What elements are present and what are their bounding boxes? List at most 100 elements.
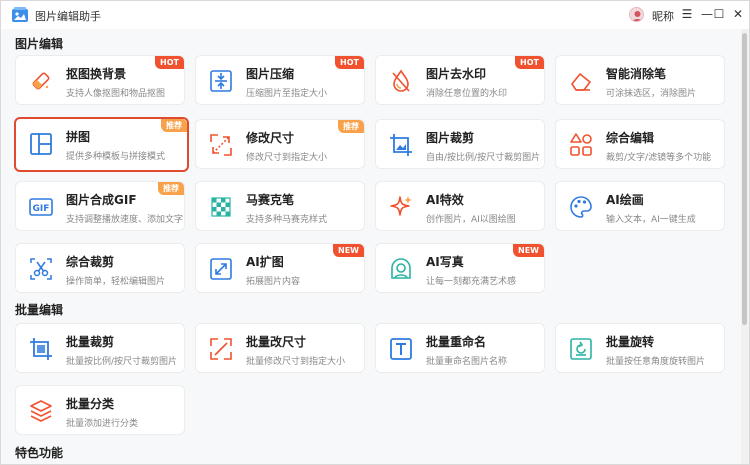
tool-name: 拼图 (66, 130, 91, 144)
tool-desc: 自由/按比例/按尺寸裁剪图片 (426, 153, 541, 163)
tool-name: 批量分类 (66, 397, 115, 411)
tool-card-mosaic[interactable]: 马赛克笔 支持多种马赛克样式 (195, 181, 365, 231)
tool-desc: 批量按比例/按尺寸裁剪图片 (66, 357, 178, 367)
tool-desc: 创作图片，AI以图绘图 (426, 215, 516, 225)
maximize-icon: ☐ (713, 7, 725, 21)
tool-name: 综合裁剪 (66, 255, 115, 269)
scrollbar-thumb[interactable] (742, 33, 747, 325)
tool-name: 图片去水印 (426, 67, 487, 81)
hot-badge: HOT (515, 56, 544, 69)
tool-name: AI绘画 (606, 193, 644, 207)
tool-card-remove-bg[interactable]: 抠图换背景 支持人像抠图和物品抠图 HOT (15, 55, 185, 105)
tool-card-ai-portrait[interactable]: AI写真 让每一刻都充满艺术感 NEW (375, 243, 545, 293)
tool-name: AI特效 (426, 193, 464, 207)
hot-badge: HOT (155, 56, 184, 69)
menu-icon: ☰ (681, 7, 693, 21)
app-window: 图片编辑助手 昵称 ☰ — ☐ ✕ 图片编辑 抠图换背景 支持人像抠图和物品抠图… (0, 0, 750, 465)
app-logo-icon (12, 7, 28, 22)
recommend-badge: 推荐 (158, 182, 184, 195)
username[interactable]: 昵称 (652, 8, 674, 24)
tool-desc: 批量修改尺寸到指定大小 (246, 357, 346, 367)
tool-desc: 支持调整播放速度、添加文字 (66, 215, 184, 225)
app-title: 图片编辑助手 (35, 10, 101, 23)
portrait-icon (391, 258, 411, 279)
tool-name: 批量改尺寸 (246, 335, 307, 349)
tool-name: 图片合成GIF (66, 193, 137, 207)
compress-icon (210, 70, 232, 92)
tool-desc: 提供多种模板与拼接模式 (66, 152, 166, 162)
rename-icon (390, 338, 412, 360)
batch-resize-icon (210, 338, 232, 360)
tool-desc: 消除任意位置的水印 (426, 89, 508, 99)
recommend-badge: 推荐 (161, 119, 187, 132)
section-title-edit: 图片编辑 (15, 37, 64, 51)
new-badge: NEW (333, 244, 364, 257)
tool-card-ai-expand[interactable]: AI扩图 拓展图片内容 NEW (195, 243, 365, 293)
expand-icon (210, 258, 232, 280)
tool-card-comprehensive-crop[interactable]: 综合裁剪 操作简单，轻松编辑图片 (15, 243, 185, 293)
drop-icon (392, 69, 410, 92)
tool-card-gif[interactable]: GIF 图片合成GIF 支持调整播放速度、添加文字 推荐 (15, 181, 185, 231)
maximize-button[interactable]: ☐ (710, 5, 728, 23)
sparkle-icon (390, 196, 412, 216)
tool-card-compress[interactable]: 图片压缩 压缩图片至指定大小 HOT (195, 55, 365, 105)
tool-name: 批量重命名 (426, 335, 487, 349)
scrollbar[interactable] (741, 29, 749, 464)
tool-desc: 批量添加进行分类 (66, 419, 139, 429)
tool-name: 抠图换背景 (66, 67, 127, 81)
tool-card-remove-watermark[interactable]: 图片去水印 消除任意位置的水印 HOT (375, 55, 545, 105)
avatar-image-icon (632, 11, 643, 21)
collage-icon (30, 133, 52, 155)
tool-card-resize[interactable]: 修改尺寸 修改尺寸到指定大小 推荐 (195, 119, 365, 169)
close-button[interactable]: ✕ (729, 5, 747, 23)
tool-desc: 压缩图片至指定大小 (246, 89, 328, 99)
svg-text:GIF: GIF (33, 204, 50, 214)
recommend-badge: 推荐 (338, 120, 364, 133)
eraser-pen-icon (571, 73, 591, 91)
section-title-batch: 批量编辑 (15, 303, 64, 317)
tool-card-ai-painting[interactable]: AI绘画 输入文本，AI一键生成 (555, 181, 725, 231)
tool-name: AI扩图 (246, 255, 284, 269)
crop-icon (390, 134, 412, 156)
tool-desc: 支持人像抠图和物品抠图 (66, 89, 166, 99)
menu-button[interactable]: ☰ (678, 5, 696, 23)
tool-desc: 修改尺寸到指定大小 (246, 153, 328, 163)
gif-icon: GIF (29, 198, 53, 216)
tool-card-batch-crop[interactable]: 批量裁剪 批量按比例/按尺寸裁剪图片 (15, 323, 185, 373)
tool-name: 图片压缩 (246, 67, 295, 81)
eraser-icon (32, 72, 50, 90)
tool-card-batch-classify[interactable]: 批量分类 批量添加进行分类 (15, 385, 185, 435)
tool-card-smart-eraser[interactable]: 智能消除笔 可涂抹选区，消除图片 (555, 55, 725, 105)
tool-desc: 支持多种马赛克样式 (246, 215, 328, 225)
tool-desc: 让每一刻都充满艺术感 (426, 277, 517, 287)
resize-icon (210, 134, 232, 156)
tool-name: 智能消除笔 (606, 67, 667, 81)
tool-card-batch-rotate[interactable]: 批量旋转 批量按任意角度旋转图片 (555, 323, 725, 373)
title-bar: 图片编辑助手 昵称 ☰ — ☐ ✕ (1, 1, 749, 29)
hot-badge: HOT (335, 56, 364, 69)
tool-card-collage[interactable]: 拼图 提供多种模板与拼接模式 推荐 (14, 117, 189, 172)
tool-name: 马赛克笔 (246, 193, 295, 207)
tool-card-batch-rename[interactable]: 批量重命名 批量重命名图片名称 (375, 323, 545, 373)
tool-card-batch-resize[interactable]: 批量改尺寸 批量修改尺寸到指定大小 (195, 323, 365, 373)
tool-name: 图片裁剪 (426, 131, 475, 145)
close-icon: ✕ (732, 7, 744, 21)
tool-desc: 批量重命名图片名称 (426, 357, 508, 367)
batch-crop-icon (30, 338, 52, 360)
tool-card-ai-effects[interactable]: AI特效 创作图片，AI以图绘图 (375, 181, 545, 231)
tool-desc: 批量按任意角度旋转图片 (606, 357, 706, 367)
tool-desc: 输入文本，AI一键生成 (606, 215, 696, 225)
tool-name: 综合编辑 (606, 131, 655, 145)
tool-card-comprehensive-edit[interactable]: 综合编辑 裁剪/文字/滤镜等多个功能 (555, 119, 725, 169)
mosaic-icon (211, 197, 231, 217)
tool-desc: 可涂抹选区，消除图片 (606, 89, 697, 99)
shapes-icon (570, 133, 592, 156)
palette-icon (570, 196, 592, 218)
tool-card-crop[interactable]: 图片裁剪 自由/按比例/按尺寸裁剪图片 (375, 119, 545, 169)
layers-icon (30, 400, 52, 422)
avatar[interactable] (629, 7, 644, 22)
tool-name: 批量旋转 (606, 335, 655, 349)
tool-name: 批量裁剪 (66, 335, 115, 349)
section-title-special: 特色功能 (15, 446, 64, 460)
tool-name: AI写真 (426, 255, 464, 269)
